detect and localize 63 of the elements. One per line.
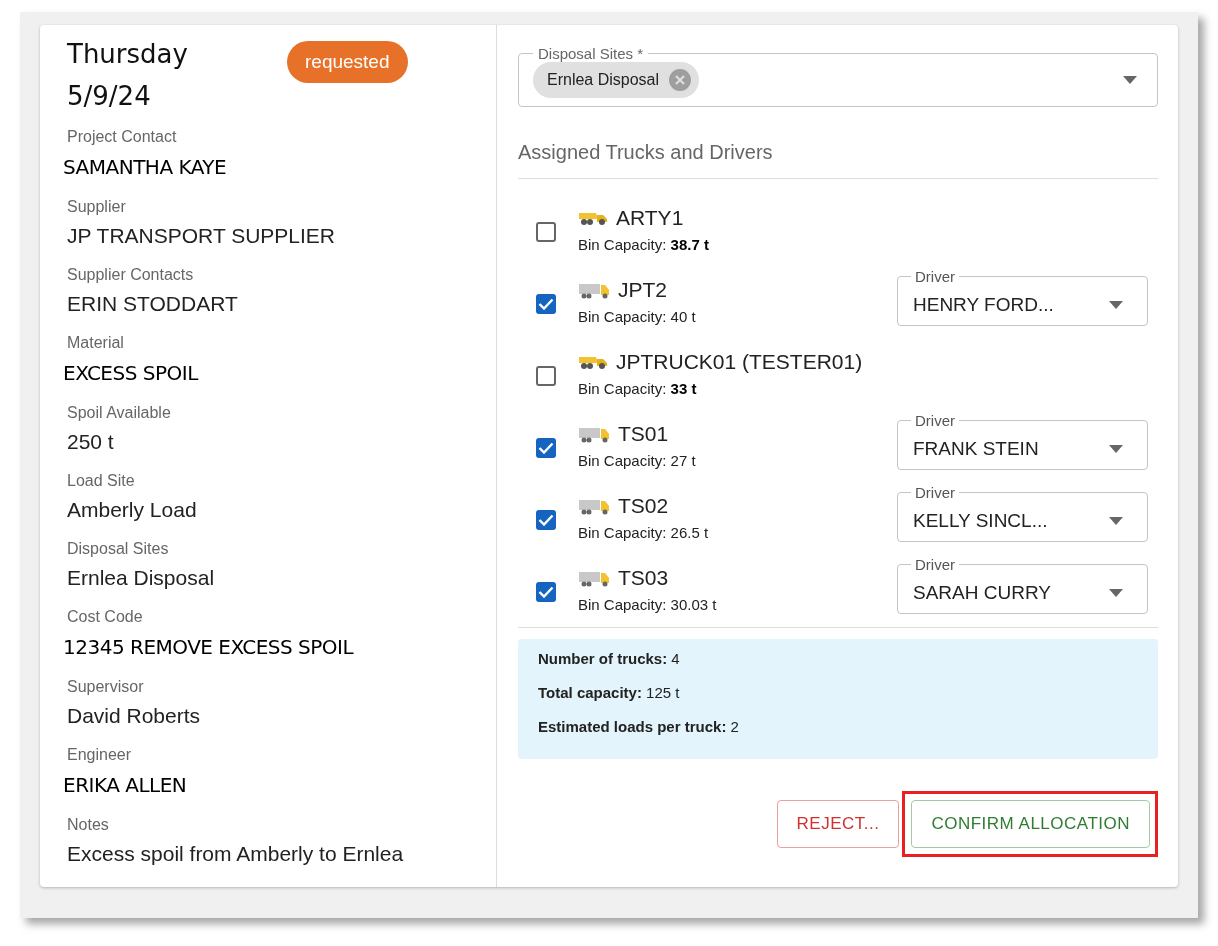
date-title: Thursday 5/9/24	[67, 38, 189, 113]
checkmark-icon	[538, 442, 554, 454]
caret-icon	[1109, 517, 1123, 525]
bin-capacity: Bin Capacity: 27 t	[578, 451, 697, 469]
field-label: Supplier Contacts	[67, 265, 195, 285]
field-label: Disposal Sites	[67, 539, 170, 559]
field-value: ERIN STODDART	[67, 291, 239, 317]
summary-line: Number of trucks: 4	[538, 650, 681, 667]
bin-capacity: Bin Capacity: 38.7 t	[578, 235, 710, 253]
field-value: 12345 REMOVE EXCESS SPOIL	[63, 634, 355, 661]
field-label: Spoil Available	[67, 403, 172, 423]
field-label: Supplier	[67, 197, 127, 217]
summary-line: Estimated loads per truck: 2	[538, 718, 740, 735]
checkbox[interactable]	[536, 366, 556, 386]
driver-select[interactable]: Driver FRANK STEIN	[897, 412, 1148, 470]
site-chip: Ernlea Disposal	[533, 62, 700, 98]
section-heading: Assigned Trucks and Drivers	[518, 141, 1158, 179]
bin-capacity: Bin Capacity: 40 t	[578, 307, 697, 325]
driver-select[interactable]: Driver SARAH CURRY	[897, 556, 1148, 614]
bin-capacity: Bin Capacity: 26.5 t	[578, 523, 710, 541]
field-value: Excess spoil from Amberly to Ernlea	[67, 841, 405, 867]
status-chip: requested	[287, 41, 408, 83]
caret-icon	[1109, 445, 1123, 453]
confirm-allocation-button[interactable]: CONFIRM ALLOCATION	[911, 800, 1150, 848]
checkbox[interactable]	[536, 510, 556, 530]
truck-name: TS01	[618, 421, 669, 446]
field-value: Ernlea Disposal	[67, 565, 216, 591]
field-value: JP TRANSPORT SUPPLIER	[67, 223, 337, 249]
field-label: Load Site	[67, 471, 136, 491]
field-value: ERIKA ALLEN	[63, 772, 188, 799]
field-value: 250 t	[67, 429, 115, 455]
checkbox[interactable]	[536, 222, 556, 242]
field-label: Notes	[67, 815, 110, 835]
bin-capacity: Bin Capacity: 33 t	[578, 379, 698, 397]
field-label: Supervisor	[67, 677, 145, 697]
checkmark-icon	[538, 514, 554, 526]
field-label: Project Contact	[67, 127, 178, 147]
checkbox[interactable]	[536, 438, 556, 458]
bin-capacity: Bin Capacity: 30.03 t	[578, 595, 718, 613]
truck-name: JPTRUCK01 (TESTER01)	[616, 349, 863, 374]
field-value: SAMANTHA KAYE	[63, 154, 228, 181]
caret-icon	[1109, 301, 1123, 309]
checkmark-icon	[538, 586, 554, 598]
checkbox[interactable]	[536, 582, 556, 602]
field-label: Engineer	[67, 745, 133, 765]
truck-name: JPT2	[618, 277, 667, 302]
field-value: David Roberts	[67, 703, 202, 729]
disposal-sites-select[interactable]: Disposal Sites * Ernlea Disposal	[518, 45, 1158, 107]
driver-select[interactable]: Driver KELLY SINCL...	[897, 484, 1148, 542]
field-label: Cost Code	[67, 607, 144, 627]
checkmark-icon	[538, 298, 554, 310]
field-value: Amberly Load	[67, 497, 198, 523]
reject-button[interactable]: REJECT...	[776, 800, 900, 848]
field-label: Material	[67, 333, 125, 353]
truck-name: TS03	[618, 565, 669, 590]
checkbox[interactable]	[536, 294, 556, 314]
truck-name: ARTY1	[616, 205, 684, 230]
field-value: EXCESS SPOIL	[63, 360, 200, 387]
caret-icon	[1123, 76, 1137, 84]
driver-select[interactable]: Driver HENRY FORD...	[897, 268, 1148, 326]
truck-name: TS02	[618, 493, 669, 518]
caret-icon	[1109, 589, 1123, 597]
summary-line: Total capacity: 125 t	[538, 684, 681, 701]
